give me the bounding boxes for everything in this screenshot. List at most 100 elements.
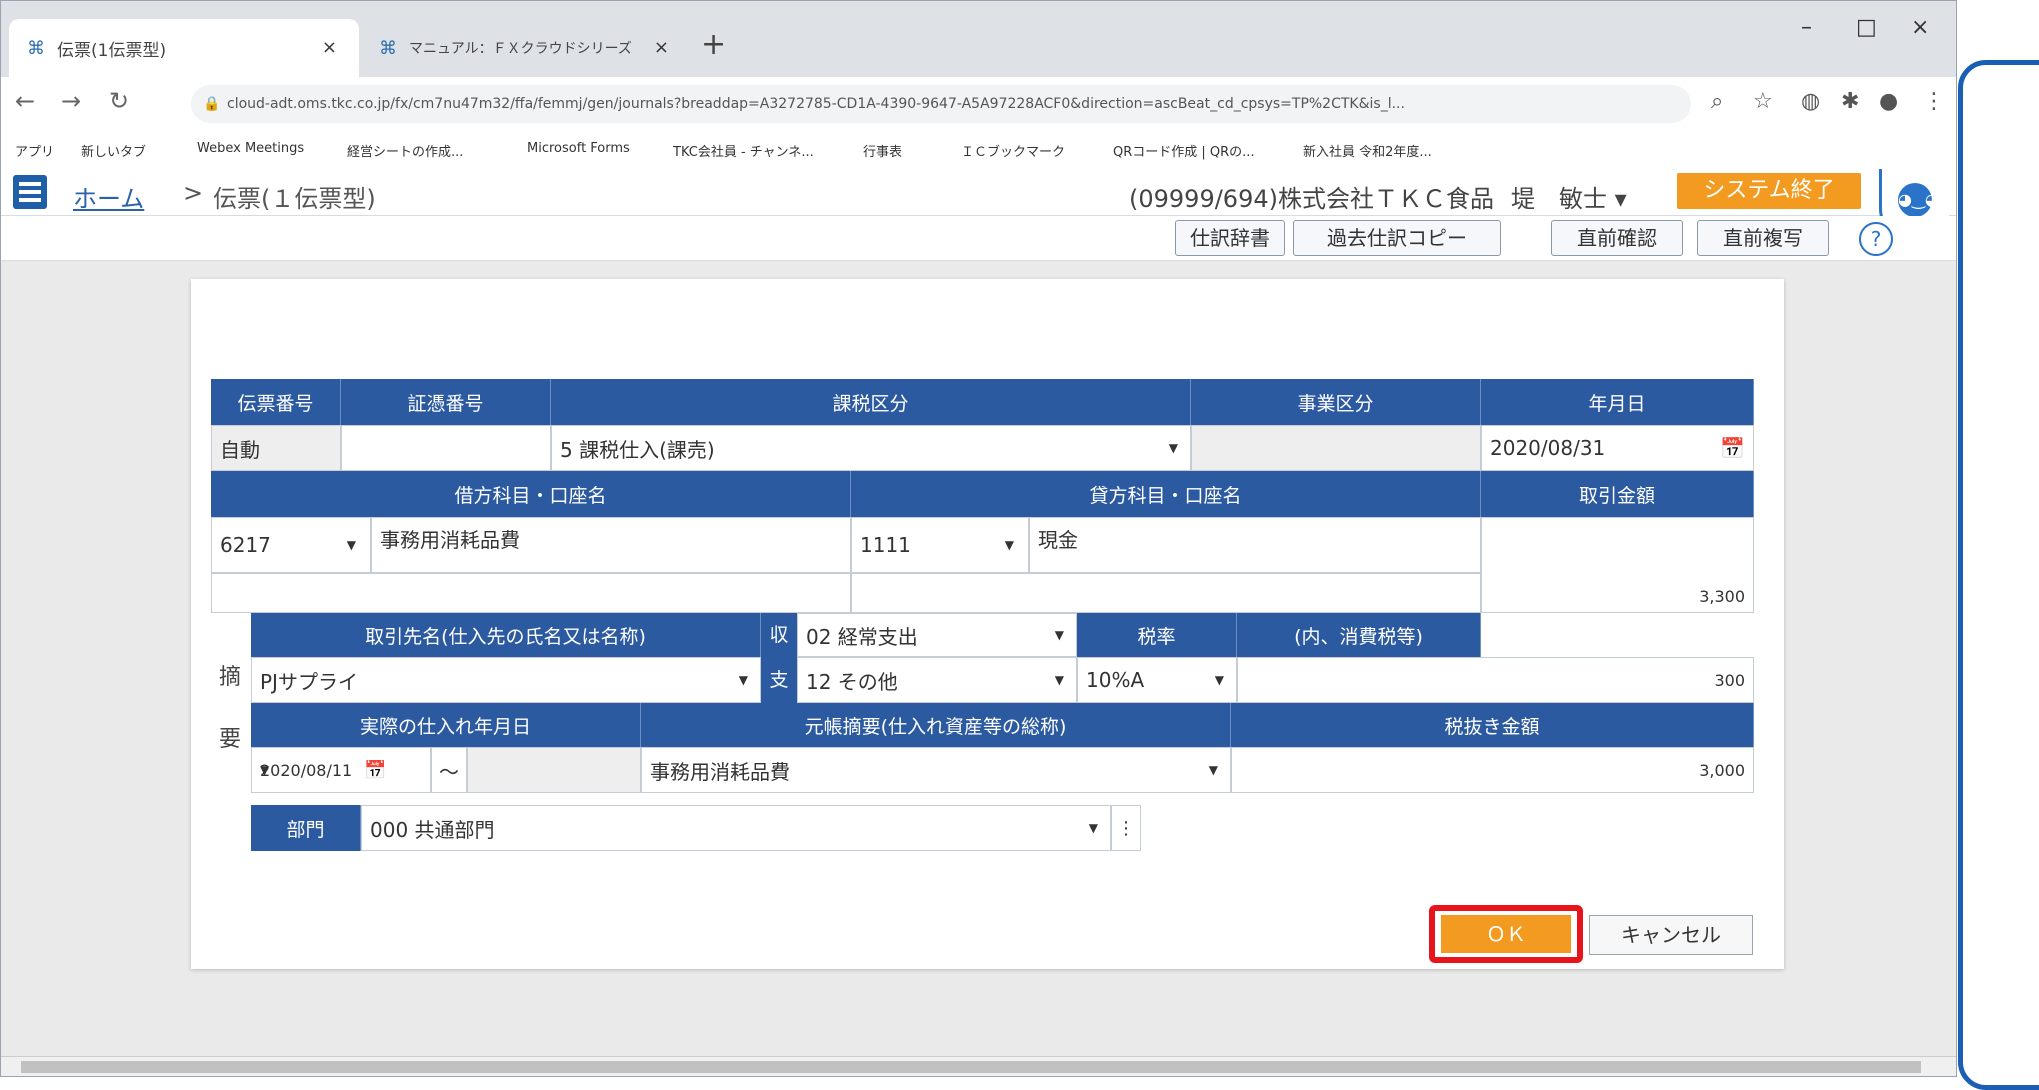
previous-copy-button[interactable]: 直前複写	[1697, 220, 1829, 256]
profile-icon[interactable]: ●	[1879, 89, 1898, 114]
income-expense-label-bottom: 支	[761, 657, 797, 703]
actual-date-to-field	[467, 747, 641, 793]
past-journal-copy-button[interactable]: 過去仕訳コピー	[1293, 220, 1501, 256]
partner-select[interactable]: PJサプライ ▼	[251, 657, 761, 703]
new-tab-button[interactable]: +	[701, 27, 726, 62]
tax-rate-value: 10%A	[1086, 668, 1145, 692]
url-field[interactable]: 🔒 cloud-adt.oms.tkc.co.jp/fx/cm7nu47m32/…	[191, 85, 1691, 123]
bookmark-apps[interactable]: アプリ	[15, 141, 54, 160]
reload-icon[interactable]: ↻	[109, 87, 129, 115]
actual-date-from-value: 2020/08/11	[260, 760, 353, 780]
close-window-button[interactable]: ×	[1911, 15, 1929, 40]
transaction-amount-input[interactable]: 3,300	[1481, 517, 1754, 613]
bookmark-webex[interactable]: Webex Meetings	[197, 141, 304, 156]
cancel-button[interactable]: キャンセル	[1589, 915, 1753, 955]
dropdown-icon: ▼	[738, 673, 748, 687]
bookmark-newtab[interactable]: 新しいタブ	[81, 141, 146, 160]
dropdown-icon: ▼	[1004, 538, 1014, 552]
calendar-icon[interactable]: 📅	[364, 760, 386, 781]
dropdown-icon: ▼	[1168, 441, 1178, 455]
back-arrow-icon[interactable]: ←	[15, 87, 35, 115]
summary-label: 摘 要	[211, 613, 251, 752]
date-range-tilde: ～	[431, 747, 467, 793]
voucher-no-field: 自動	[211, 425, 341, 471]
header-partner: 取引先名(仕入先の氏名又は名称)	[251, 613, 761, 657]
previous-check-button[interactable]: 直前確認	[1551, 220, 1683, 256]
bookmark-forms[interactable]: Microsoft Forms	[527, 141, 630, 156]
header-ledger-summary: 元帳摘要(仕入れ資産等の総称)	[641, 703, 1231, 747]
maximize-button[interactable]: □	[1856, 15, 1877, 40]
forward-arrow-icon[interactable]: →	[61, 87, 81, 115]
scrollbar-thumb[interactable]	[21, 1061, 1921, 1073]
user-menu[interactable]: 堤 敏士 ▾	[1511, 179, 1627, 214]
puzzle-icon[interactable]: ✱	[1841, 89, 1859, 114]
evidence-no-input[interactable]	[341, 425, 551, 471]
bookmark-sheet[interactable]: 経営シートの作成...	[347, 141, 463, 160]
lock-icon: 🔒	[203, 96, 221, 112]
consumption-tax-input[interactable]: 300	[1237, 657, 1754, 703]
header-credit: 貸方科目・口座名	[851, 471, 1481, 517]
close-tab-icon[interactable]: ×	[654, 37, 669, 58]
system-exit-button[interactable]: システム終了	[1677, 173, 1861, 209]
department-select[interactable]: 000 共通部門 ▼	[361, 805, 1111, 851]
tax-class-select[interactable]: 5 課税仕入(課売) ▼	[551, 425, 1191, 471]
bookmark-new-employee[interactable]: 新入社員 令和2年度...	[1303, 141, 1432, 160]
tab-manual[interactable]: ⌘ マニュアル：ＦＸクラウドシリーズ ×	[361, 19, 691, 77]
bookmark-tkc-channel[interactable]: TKC会社員 - チャンネ...	[673, 141, 814, 160]
debit-sub-row	[211, 573, 851, 613]
close-tab-icon[interactable]: ×	[322, 37, 337, 58]
expense-class-select[interactable]: 12 その他 ▼	[797, 657, 1077, 703]
bookmark-ic[interactable]: ＩＣブックマーク	[961, 141, 1065, 160]
date-value: 2020/08/31	[1490, 436, 1606, 460]
app-header: ホーム > 伝票(１伝票型) (09999/694)株式会社ＴＫＣ食品 堤 敏士…	[1, 169, 1956, 239]
income-class-value: 02 経常支出	[806, 624, 918, 649]
ledger-summary-select[interactable]: 事務用消耗品費 ▼	[641, 747, 1231, 793]
tax-class-value: 5 課税仕入(課売)	[560, 437, 715, 462]
pretax-amount-input[interactable]: 3,000	[1231, 747, 1754, 793]
menu-icon[interactable]: ⋮	[1923, 89, 1945, 114]
debit-code-value: 6217	[220, 533, 271, 557]
debit-account-name: 事務用消耗品費	[371, 517, 851, 573]
zoom-icon[interactable]: ⌕	[1711, 89, 1723, 114]
debit-code-select[interactable]: 6217 ▼	[211, 517, 371, 573]
partner-value: PJサプライ	[260, 669, 358, 694]
mascot-face-icon: ◕‿◕	[1898, 183, 1939, 217]
business-class-field	[1191, 425, 1481, 471]
side-panel	[1958, 60, 2039, 1090]
tab-voucher[interactable]: ⌘ 伝票(1伝票型) ×	[9, 19, 359, 77]
minimize-button[interactable]: –	[1801, 15, 1812, 40]
breadcrumb-home[interactable]: ホーム	[73, 179, 144, 214]
dropdown-icon: ▼	[260, 763, 270, 777]
calendar-icon[interactable]: 📅	[1720, 436, 1745, 460]
tax-rate-select[interactable]: 10%A ▼	[1077, 657, 1237, 703]
date-input[interactable]: 2020/08/31 📅	[1481, 425, 1754, 471]
address-bar: ← → ↻ 🔒 cloud-adt.oms.tkc.co.jp/fx/cm7nu…	[1, 77, 1956, 131]
star-icon[interactable]: ☆	[1753, 89, 1773, 114]
header-tax-rate: 税率	[1077, 613, 1237, 657]
actual-date-from-input[interactable]: ▼ 2020/08/11 📅	[251, 747, 431, 793]
hamburger-menu-icon[interactable]	[13, 175, 47, 209]
department-more-icon[interactable]: ⋮	[1111, 805, 1141, 851]
header-tax-class: 課税区分	[551, 379, 1191, 425]
income-class-select[interactable]: 02 経常支出 ▼	[797, 613, 1077, 657]
extension-icon[interactable]: ◍	[1801, 89, 1820, 114]
dropdown-icon: ▼	[1214, 673, 1224, 687]
credit-code-value: 1111	[860, 533, 911, 557]
help-icon[interactable]: ?	[1859, 222, 1893, 256]
bookmark-qr[interactable]: QRコード作成 | QRの...	[1113, 141, 1255, 160]
dropdown-icon: ▼	[1208, 763, 1218, 777]
page-title: 伝票(１伝票型)	[213, 185, 376, 213]
bookmark-schedule[interactable]: 行事表	[863, 141, 902, 160]
header-business-class: 事業区分	[1191, 379, 1481, 425]
credit-sub-row	[851, 573, 1481, 613]
header-consumption-tax: (内、消費税等)	[1237, 613, 1481, 657]
horizontal-scrollbar[interactable]	[1, 1056, 1956, 1076]
dropdown-icon: ▼	[1054, 628, 1064, 642]
summary-label-bottom: 要	[219, 727, 242, 752]
header-pretax-amount: 税抜き金額	[1231, 703, 1754, 747]
dropdown-icon: ▼	[1088, 821, 1098, 835]
ok-button-highlight	[1429, 905, 1583, 963]
credit-code-select[interactable]: 1111 ▼	[851, 517, 1029, 573]
journal-dictionary-button[interactable]: 仕訳辞書	[1175, 220, 1285, 256]
company-name: (09999/694)株式会社ＴＫＣ食品	[1129, 185, 1494, 213]
